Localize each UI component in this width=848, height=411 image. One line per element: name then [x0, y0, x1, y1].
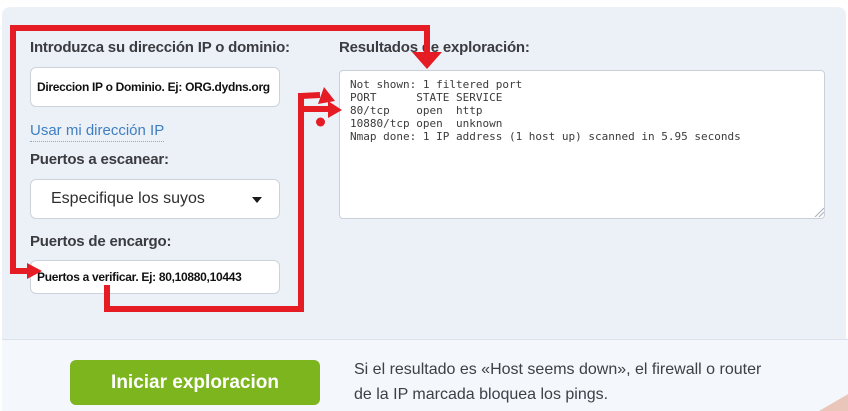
ports-to-scan-label: Puertos a escanear: — [30, 151, 169, 168]
port-scanner-page: { "colors": { "panel_bg": "#ecf1f8", "fo… — [0, 0, 848, 404]
chevron-down-icon — [252, 197, 262, 203]
scan-results-textarea[interactable]: Not shown: 1 filtered port PORT STATE SE… — [339, 70, 825, 219]
ip-domain-label: Introduzca su dirección IP o dominio: — [30, 39, 290, 56]
footer-bar: Iniciar exploracion Si el resultado es «… — [2, 339, 848, 411]
custom-ports-label: Puertos de encargo: — [30, 233, 171, 250]
custom-ports-input[interactable] — [30, 260, 280, 294]
resize-grip-icon[interactable] — [814, 207, 824, 217]
results-label: Resultados de exploración: — [339, 39, 530, 56]
corner-decoration — [819, 393, 848, 411]
ports-select[interactable]: Especifique los suyos — [30, 179, 280, 219]
scanner-panel: Introduzca su dirección IP o dominio: Us… — [2, 7, 846, 404]
host-down-note-line2: de la IP marcada bloquea los pings. — [354, 382, 761, 407]
ip-domain-input[interactable] — [30, 67, 280, 107]
use-my-ip-link[interactable]: Usar mi dirección IP — [30, 122, 164, 142]
start-scan-button[interactable]: Iniciar exploracion — [70, 360, 320, 405]
host-down-note-line1: Si el resultado es «Host seems down», el… — [354, 357, 761, 382]
host-down-note: Si el resultado es «Host seems down», el… — [354, 357, 761, 407]
ports-select-value: Especifique los suyos — [51, 190, 205, 208]
